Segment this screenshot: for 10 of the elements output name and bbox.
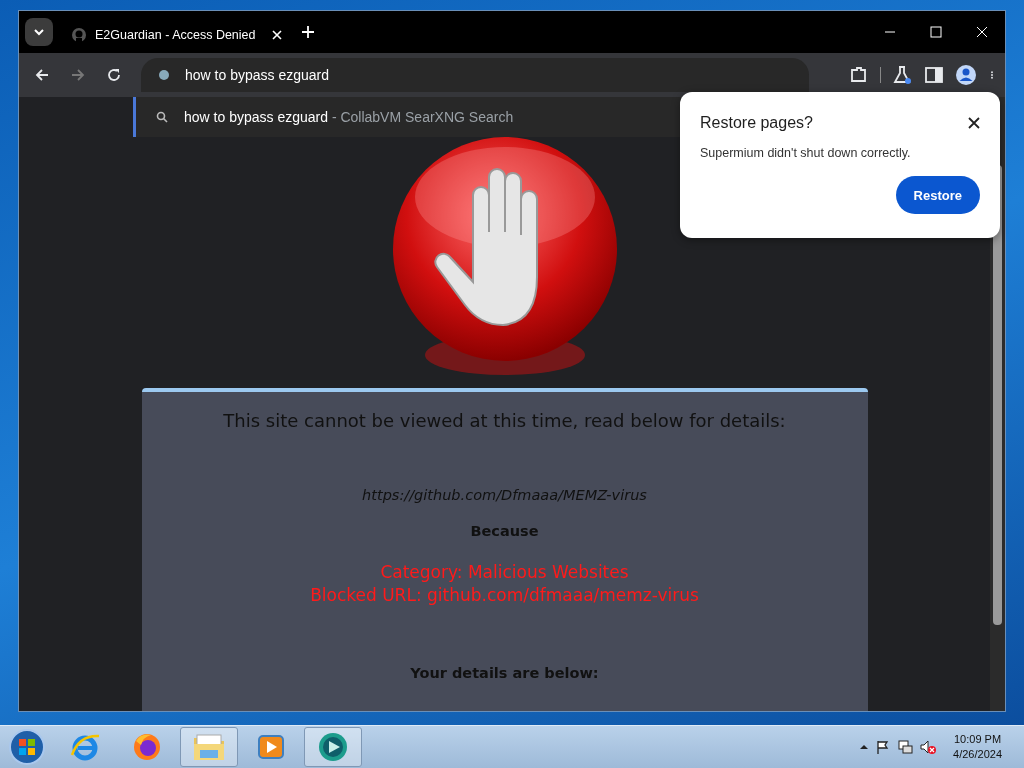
block-heading: This site cannot be viewed at this time, read below for details:	[223, 410, 786, 431]
dialog-message: Supermium didn't shut down correctly.	[700, 146, 912, 160]
details-heading: Your details are below:	[410, 665, 599, 681]
because-label: Because	[470, 523, 539, 539]
block-reason: Blocked URL: github.com/dfmaaa/memz-virus	[310, 584, 699, 607]
restore-button[interactable]: Restore	[895, 176, 980, 214]
blocked-url: https://github.com/Dfmaaa/MEMZ-virus	[362, 487, 647, 503]
address-bar[interactable]: how to bypass ezguard	[141, 58, 809, 92]
block-reason: Category: Malicious Websites	[380, 561, 629, 584]
clock[interactable]: 10:09 PM 4/26/2024	[953, 732, 1002, 762]
